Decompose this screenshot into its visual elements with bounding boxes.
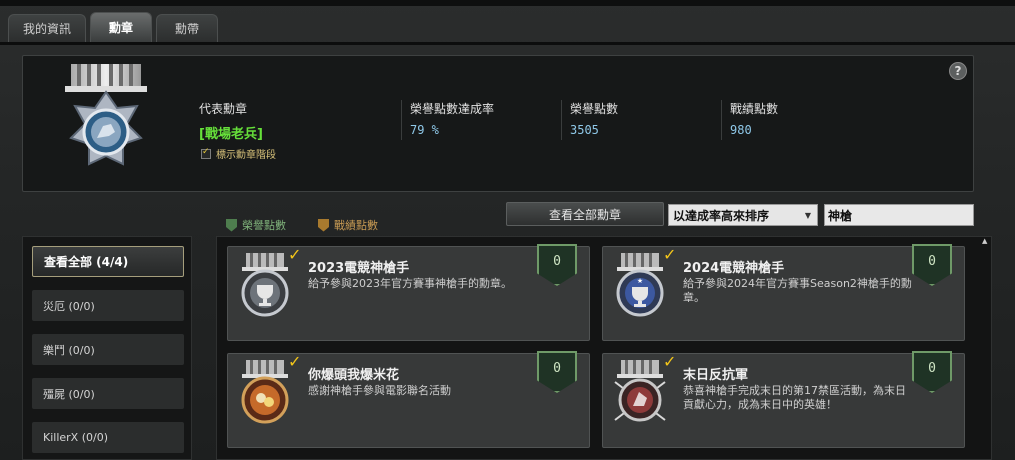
- legend-honor: 榮譽點數: [226, 217, 286, 233]
- divider: [721, 100, 722, 140]
- medal-points-badge: 0: [537, 351, 577, 393]
- category-all[interactable]: 查看全部 (4/4): [32, 246, 184, 277]
- category-disaster[interactable]: 災厄 (0/0): [32, 290, 184, 321]
- war-points-value: 980: [730, 123, 752, 137]
- acquired-check-icon: ✓: [663, 352, 677, 371]
- medal-card[interactable]: ✓ 2023電競神槍手 給予參與2023年官方賽事神槍手的勳章。 0: [227, 244, 590, 341]
- legend-war-label: 戰績點數: [334, 219, 378, 232]
- rep-label: 代表勳章: [199, 102, 248, 116]
- medal-title: 2023電競神槍手: [308, 261, 410, 276]
- war-shield-icon: [318, 218, 329, 232]
- medal-description: 給予參與2024年官方賽事Season2神槍手的勳章。: [683, 277, 912, 304]
- tab-ribbons[interactable]: 勳帶: [156, 14, 218, 42]
- show-stage-label: 標示勳章階段: [216, 150, 276, 161]
- svg-text:★: ★: [637, 277, 643, 285]
- show-stage-checkbox[interactable]: [201, 147, 211, 159]
- category-killerx[interactable]: KillerX (0/0): [32, 422, 184, 453]
- divider: [561, 100, 562, 140]
- divider: [401, 100, 402, 140]
- medal-points-badge: 0: [912, 351, 952, 393]
- representative-medal-icon: [65, 64, 147, 166]
- medal-description: 恭喜神槍手完成末日的第17禁區活動，為末日貢獻心力，成為末日中的英雄！: [683, 384, 906, 411]
- legend-war: 戰績點數: [318, 217, 378, 233]
- representative-medal: 代表勳章 [戰場老兵]: [199, 100, 263, 142]
- medal-points-badge: 0: [537, 244, 577, 286]
- acquired-check-icon: ✓: [663, 245, 677, 264]
- tab-medals[interactable]: 勳章: [90, 12, 152, 42]
- honor-rate-value: 79 %: [410, 123, 439, 137]
- honor-rate-stat: 榮譽點數達成率 79 %: [410, 100, 494, 137]
- medal-card[interactable]: ✓ 末日反抗軍 恭喜神槍手完成末日的第17禁區活動，為末日貢獻心力，成為末日中的…: [602, 351, 965, 448]
- medal-description: 感謝神槍手參與電影聯名活動: [308, 384, 451, 397]
- view-all-medals-button[interactable]: 查看全部勳章: [506, 202, 664, 226]
- sort-value: 以達成率高來排序: [673, 208, 770, 223]
- honor-points-label: 榮譽點數: [570, 102, 619, 116]
- rep-value: [戰場老兵]: [199, 127, 263, 142]
- category-list: 查看全部 (4/4) 災厄 (0/0) 樂鬥 (0/0) 殭屍 (0/0) Ki…: [22, 236, 192, 460]
- medal-card[interactable]: ✓ 你爆頭我爆米花 感謝神槍手參與電影聯名活動 0: [227, 351, 590, 448]
- summary-panel: ? 代表勳章 [戰場老兵] 標示勳章階段 榮譽點數達成率 79 % 榮: [22, 55, 974, 192]
- category-zombie[interactable]: 殭屍 (0/0): [32, 378, 184, 409]
- medal-title: 你爆頭我爆米花: [308, 368, 400, 383]
- show-stage-toggle[interactable]: 標示勳章階段: [201, 146, 276, 161]
- legend-honor-label: 榮譽點數: [242, 219, 286, 232]
- tab-my-info[interactable]: 我的資訊: [8, 14, 86, 42]
- medal-title: 2024電競神槍手: [683, 261, 785, 276]
- acquired-check-icon: ✓: [288, 245, 302, 264]
- chevron-down-icon: ▼: [804, 210, 811, 220]
- sort-dropdown[interactable]: 以達成率高來排序 ▼: [668, 204, 818, 226]
- war-points-stat: 戰績點數 980: [730, 100, 778, 137]
- honor-points-value: 3505: [570, 123, 599, 137]
- medal-points-badge: 0: [912, 244, 952, 286]
- help-icon[interactable]: ?: [949, 62, 967, 80]
- acquired-check-icon: ✓: [288, 352, 302, 371]
- search-input[interactable]: [824, 204, 974, 226]
- top-bar: [0, 0, 1015, 6]
- scroll-up-icon[interactable]: ▲: [982, 237, 987, 245]
- honor-rate-label: 榮譽點數達成率: [410, 102, 495, 116]
- war-points-label: 戰績點數: [730, 102, 779, 116]
- category-fight[interactable]: 樂鬥 (0/0): [32, 334, 184, 365]
- honor-points-stat: 榮譽點數 3505: [570, 100, 618, 137]
- honor-shield-icon: [226, 218, 237, 232]
- medal-description: 給予參與2023年官方賽事神槍手的勳章。: [308, 277, 512, 290]
- tab-divider: [0, 42, 1015, 45]
- medal-card[interactable]: ★ ✓ 2024電競神槍手 給予參與2024年官方賽事Season2神槍手的勳章…: [602, 244, 965, 341]
- tab-bar: 我的資訊 勳章 勳帶: [8, 12, 218, 42]
- medal-title: 末日反抗軍: [683, 368, 749, 383]
